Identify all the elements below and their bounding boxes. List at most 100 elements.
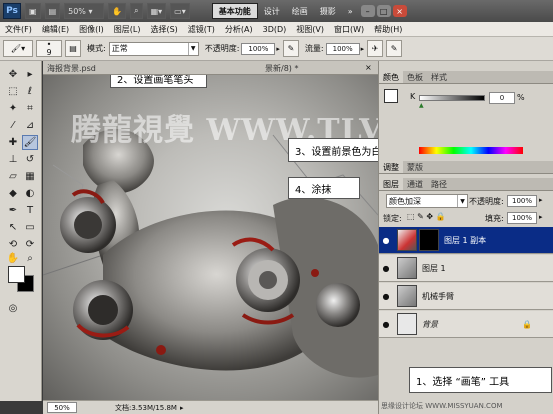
hand-view-icon[interactable]: ✋ xyxy=(108,3,127,19)
bridge-button[interactable]: ▣ xyxy=(25,3,41,19)
crop-tool-icon[interactable]: ⌗ xyxy=(22,101,38,116)
dodge-tool-icon[interactable]: ◐ xyxy=(22,186,38,201)
eraser-tool-icon[interactable]: ▱ xyxy=(5,169,21,184)
flow-input[interactable]: 100% xyxy=(325,42,360,55)
healing-brush-tool-icon[interactable]: ✚ xyxy=(5,135,21,150)
3d-rotate-tool-icon[interactable]: ⟲ xyxy=(5,237,21,252)
zoom-tool-icon[interactable]: ⌕ xyxy=(22,251,38,266)
move-tool-icon[interactable]: ✥ xyxy=(5,67,21,82)
tab-adjustments[interactable]: 调整 xyxy=(379,161,403,173)
status-menu-arrow-icon[interactable]: ▸ xyxy=(180,404,184,412)
workspace-photography[interactable]: 摄影 xyxy=(314,3,342,19)
menu-filter[interactable]: 滤镜(T) xyxy=(183,24,220,35)
mini-bridge-button[interactable]: ▤ xyxy=(44,3,61,19)
layer-mask-thumbnail[interactable] xyxy=(419,229,439,251)
minimize-button[interactable]: – xyxy=(360,5,375,17)
slider-handle-icon[interactable]: ▲ xyxy=(419,102,424,109)
layer-opacity-arrow-icon[interactable]: ▸ xyxy=(539,196,543,204)
tab-color[interactable]: 颜色 xyxy=(379,71,403,83)
tab-close-icon[interactable]: × xyxy=(365,63,372,72)
brush-preset-picker[interactable]: • 9 xyxy=(36,40,62,57)
tab-paths[interactable]: 路径 xyxy=(427,178,451,190)
k-input[interactable]: 0 xyxy=(489,92,515,104)
type-tool-icon[interactable]: T xyxy=(22,203,38,218)
eye-icon[interactable]: ● xyxy=(379,292,393,301)
pen-tool-icon[interactable]: ✒ xyxy=(5,203,21,218)
blend-mode-select[interactable]: 颜色加深 ▼ xyxy=(386,194,468,208)
eye-icon[interactable]: ● xyxy=(379,320,393,329)
fill-arrow-icon[interactable]: ▸ xyxy=(539,213,543,221)
shape-tool-icon[interactable]: ▭ xyxy=(22,220,38,235)
arrange-documents-button[interactable]: ▦▾ xyxy=(146,3,167,19)
document-tab[interactable]: 海报背景.psd xyxy=(47,63,96,74)
k-slider[interactable] xyxy=(419,95,485,101)
menu-window[interactable]: 窗口(W) xyxy=(329,24,369,35)
fill-input[interactable]: 100% xyxy=(507,212,537,224)
tablet-size-button[interactable]: ✎ xyxy=(386,40,403,57)
menu-image[interactable]: 图像(I) xyxy=(74,24,109,35)
menu-layer[interactable]: 图层(L) xyxy=(109,24,146,35)
airbrush-button[interactable]: ✈ xyxy=(367,40,384,57)
opacity-arrow-icon[interactable]: ▸ xyxy=(276,45,280,53)
zoom-view-icon[interactable]: ⌕ xyxy=(130,3,143,19)
tab-swatches[interactable]: 色板 xyxy=(403,71,427,83)
menu-edit[interactable]: 编辑(E) xyxy=(37,24,74,35)
close-button[interactable]: × xyxy=(392,5,407,17)
brush-panel-toggle[interactable]: ▤ xyxy=(65,40,81,57)
hand-tool-icon[interactable]: ✋ xyxy=(5,251,21,266)
workspace-design[interactable]: 设计 xyxy=(258,3,286,19)
quick-mask-icon[interactable]: ◎ xyxy=(5,301,21,316)
lock-icon: 🔒 xyxy=(522,319,532,329)
layer-row[interactable]: ● 图层 1 xyxy=(379,255,553,282)
document-tab-suffix[interactable]: 景新/8) * xyxy=(265,63,298,74)
tool-preset-picker[interactable]: 🖌 ▾ xyxy=(3,40,33,57)
menu-3d[interactable]: 3D(D) xyxy=(258,25,292,34)
lasso-tool-icon[interactable]: ℓ xyxy=(22,84,38,99)
tab-layers[interactable]: 图层 xyxy=(379,178,403,190)
eye-icon[interactable]: ● xyxy=(379,236,393,245)
layer-row[interactable]: ● 背景 🔒 xyxy=(379,311,553,338)
menu-file[interactable]: 文件(F) xyxy=(0,24,37,35)
maximize-button[interactable]: □ xyxy=(376,5,391,17)
history-brush-tool-icon[interactable]: ↺ xyxy=(22,152,38,167)
menu-select[interactable]: 选择(S) xyxy=(145,24,182,35)
status-zoom-input[interactable]: 50% xyxy=(47,402,77,413)
ruler-tool-icon[interactable]: ⊿ xyxy=(22,118,38,133)
document-canvas[interactable]: 腾龍視覺 WWW.TLVI.NET 2、设置画笔笔头 3、设置前景色为白色 4、… xyxy=(43,75,378,400)
eyedropper-tool-icon[interactable]: ⁄ xyxy=(5,118,21,133)
color-panel-fg-swatch[interactable] xyxy=(384,89,398,103)
mode-select[interactable]: 正常 ▼ xyxy=(108,41,199,56)
menu-view[interactable]: 视图(V) xyxy=(291,24,329,35)
marquee-tool-icon[interactable]: ⬚ xyxy=(5,84,21,99)
menu-analysis[interactable]: 分析(A) xyxy=(220,24,258,35)
layer-row[interactable]: ● 机械手臂 xyxy=(379,283,553,310)
gradient-tool-icon[interactable]: ▦ xyxy=(22,169,38,184)
tab-masks[interactable]: 蒙版 xyxy=(403,161,427,173)
path-selection-tool-icon[interactable]: ↖ xyxy=(5,220,21,235)
tab-channels[interactable]: 通道 xyxy=(403,178,427,190)
brush-tool-icon[interactable]: 🖌 xyxy=(22,135,38,150)
screen-mode-button[interactable]: ▭▾ xyxy=(170,3,190,19)
menu-help[interactable]: 帮助(H) xyxy=(369,24,407,35)
workspace-painting[interactable]: 绘画 xyxy=(286,3,314,19)
document-tab-bar: 海报背景.psd 景新/8) * × xyxy=(43,61,378,75)
clone-stamp-tool-icon[interactable]: ⊥ xyxy=(5,152,21,167)
lock-icons[interactable]: ⬚ ✎ ✥ 🔒 xyxy=(407,212,446,221)
quick-select-tool-icon[interactable]: ✦ xyxy=(5,101,21,116)
layer-row[interactable]: ● 图层 1 副本 xyxy=(379,227,553,254)
3d-camera-tool-icon[interactable]: ⟳ xyxy=(22,237,38,252)
tab-styles[interactable]: 样式 xyxy=(427,71,451,83)
workspace-more-icon[interactable]: » xyxy=(342,3,359,19)
workspace-essentials[interactable]: 基本功能 xyxy=(211,3,258,19)
flow-arrow-icon[interactable]: ▸ xyxy=(361,45,365,53)
tablet-opacity-button[interactable]: ✎ xyxy=(282,40,299,57)
arrow-icon[interactable]: ▸ xyxy=(22,67,38,82)
blur-tool-icon[interactable]: ◆ xyxy=(5,186,21,201)
brush-panel-icon: ▤ xyxy=(69,44,77,53)
eye-icon[interactable]: ● xyxy=(379,264,393,273)
zoom-level-select[interactable]: 50% ▾ xyxy=(64,3,105,19)
layer-opacity-input[interactable]: 100% xyxy=(507,195,537,207)
opacity-input[interactable]: 100% xyxy=(241,42,276,55)
color-spectrum-bar[interactable] xyxy=(419,147,523,154)
foreground-color-swatch[interactable] xyxy=(8,266,25,283)
